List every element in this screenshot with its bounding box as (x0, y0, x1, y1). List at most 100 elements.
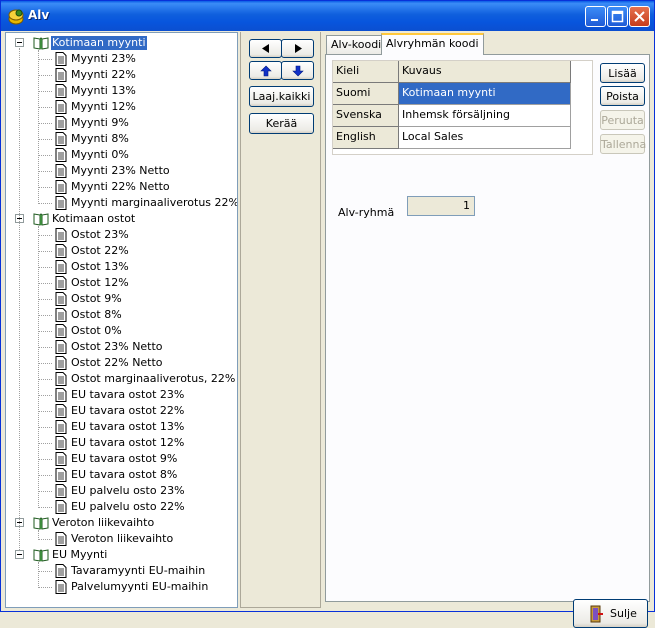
tree-leaf-node[interactable]: Veroton liikevaihto (6, 531, 237, 547)
tree-connector (38, 171, 52, 172)
tree-leaf-node[interactable]: Myynti 12% (6, 99, 237, 115)
tree-node-label: Kotimaan myynti (51, 36, 147, 50)
description-cell[interactable]: Local Sales (399, 127, 571, 149)
tree-node-label: Palvelumyynti EU-maihin (71, 580, 209, 593)
tree-connector (38, 443, 52, 444)
tree-leaf-node[interactable]: Ostot 23% Netto (6, 339, 237, 355)
document-icon (55, 84, 67, 98)
tree-leaf-node[interactable]: EU palvelu osto 22% (6, 499, 237, 515)
tree-leaf-node[interactable]: Myynti 9% (6, 115, 237, 131)
tree-leaf-node[interactable]: Myynti marginaaliverotus 22% (6, 195, 237, 211)
tree-node-label: Ostot marginaaliverotus, 22% (71, 372, 236, 385)
tree-leaf-node[interactable]: Tavaramyynti EU-maihin (6, 563, 237, 579)
tree-node-label: Kotimaan ostot (52, 212, 136, 225)
collapse-toggle[interactable] (15, 550, 24, 559)
tree-connector (38, 315, 52, 316)
tree-leaf-node[interactable]: EU palvelu osto 23% (6, 483, 237, 499)
tree-node-label: EU palvelu osto 22% (71, 500, 185, 513)
minimize-button[interactable] (585, 6, 606, 27)
tree-leaf-node[interactable]: Ostot 22% Netto (6, 355, 237, 371)
move-up-button[interactable] (249, 61, 282, 80)
expand-all-button[interactable]: Laaj.kaikki (249, 86, 314, 107)
tree-node-label: EU tavara ostot 22% (71, 404, 185, 417)
document-icon (55, 308, 67, 322)
tree-connector (38, 562, 39, 588)
row-header-language[interactable]: English (333, 127, 399, 149)
tab-panel-group-code: Kieli Kuvaus Suomi Kotimaan myynti Svenska In… (325, 54, 650, 628)
tab-alv-koodi[interactable]: Alv-koodi (326, 35, 387, 54)
description-cell[interactable]: Inhemsk försäljning (399, 105, 571, 127)
tree-leaf-node[interactable]: Ostot 13% (6, 259, 237, 275)
title-bar[interactable]: Alv (1, 1, 654, 31)
move-left-button[interactable] (249, 39, 282, 58)
close-icon (634, 11, 645, 22)
close-window-button[interactable] (629, 6, 650, 27)
collapse-toggle[interactable] (15, 38, 24, 47)
description-cell[interactable]: Kotimaan myynti (399, 83, 571, 105)
tree-group-node[interactable]: Kotimaan ostot (6, 211, 237, 227)
maximize-icon (611, 10, 624, 23)
tree-group-node[interactable]: Kotimaan myynti (6, 35, 237, 51)
tree-leaf-node[interactable]: Myynti 23% Netto (6, 163, 237, 179)
tree-group-node[interactable]: Veroton liikevaihto (6, 515, 237, 531)
window-title: Alv (28, 8, 50, 22)
tree-leaf-node[interactable]: Ostot 22% (6, 243, 237, 259)
tree-leaf-node[interactable]: Ostot 0% (6, 323, 237, 339)
tree-leaf-node[interactable]: Ostot 8% (6, 307, 237, 323)
cancel-button[interactable]: Peruuta (600, 110, 645, 130)
document-icon (55, 484, 67, 498)
tree-leaf-node[interactable]: EU tavara ostot 23% (6, 387, 237, 403)
tree-connector (38, 411, 52, 412)
group-field-value[interactable]: 1 (407, 196, 475, 216)
translations-grid[interactable]: Kieli Kuvaus Suomi Kotimaan myynti Svenska In… (332, 60, 593, 155)
tree-leaf-node[interactable]: Myynti 13% (6, 83, 237, 99)
column-header-language[interactable]: Kieli (333, 61, 399, 83)
move-down-button[interactable] (281, 61, 314, 80)
tree-leaf-node[interactable]: EU tavara ostot 9% (6, 451, 237, 467)
save-button[interactable]: Tallenna (600, 134, 646, 154)
close-button[interactable]: Sulje (573, 599, 648, 628)
tree-leaf-node[interactable]: EU tavara ostot 8% (6, 467, 237, 483)
tree-leaf-node[interactable]: Myynti 8% (6, 131, 237, 147)
tree-connector (38, 139, 52, 140)
tree-leaf-node[interactable]: Myynti 23% (6, 51, 237, 67)
add-button[interactable]: Lisää (600, 63, 645, 83)
tree-node-label: Myynti 23% (71, 52, 136, 65)
vat-code-tree[interactable]: Kotimaan myynti Myynti 23% Myynti 22% Myynt… (5, 32, 238, 608)
tab-alvryhman-koodi[interactable]: Alvryhmän koodi (381, 33, 484, 55)
row-header-language[interactable]: Suomi (333, 83, 399, 105)
tree-leaf-node[interactable]: Myynti 22% (6, 67, 237, 83)
tree-node-label: EU tavara ostot 8% (71, 468, 178, 481)
document-icon (55, 468, 67, 482)
document-icon (55, 564, 67, 578)
group-field-label: Alv-ryhmä (338, 206, 395, 219)
maximize-button[interactable] (607, 6, 628, 27)
document-icon (55, 132, 67, 146)
alv-window: Alv Kotimaan myynti Myynti 23% Myynti 22% M… (0, 0, 655, 628)
tree-leaf-node[interactable]: EU tavara ostot 12% (6, 435, 237, 451)
collect-button[interactable]: Kerää (249, 113, 314, 134)
tree-leaf-node[interactable]: Myynti 0% (6, 147, 237, 163)
row-header-language[interactable]: Svenska (333, 105, 399, 127)
document-icon (55, 228, 67, 242)
tree-node-label: EU tavara ostot 12% (71, 436, 185, 449)
tree-leaf-node[interactable]: Ostot 9% (6, 291, 237, 307)
tree-leaf-node[interactable]: Ostot 12% (6, 275, 237, 291)
tree-leaf-node[interactable]: EU tavara ostot 13% (6, 419, 237, 435)
document-icon (55, 404, 67, 418)
move-right-button[interactable] (281, 39, 314, 58)
tree-connector (38, 491, 52, 492)
tree-connector (38, 226, 39, 508)
tree-leaf-node[interactable]: EU tavara ostot 22% (6, 403, 237, 419)
document-icon (55, 356, 67, 370)
tree-leaf-node[interactable]: Myynti 22% Netto (6, 179, 237, 195)
tree-group-node[interactable]: EU Myynti (6, 547, 237, 563)
column-header-description[interactable]: Kuvaus (399, 61, 571, 83)
remove-button[interactable]: Poista (600, 86, 645, 106)
tree-node-label: Ostot 23% Netto (71, 340, 163, 353)
document-icon (55, 340, 67, 354)
tree-connector (38, 363, 52, 364)
tree-leaf-node[interactable]: Ostot marginaaliverotus, 22% (6, 371, 237, 387)
tree-leaf-node[interactable]: Ostot 23% (6, 227, 237, 243)
tree-leaf-node[interactable]: Palvelumyynti EU-maihin (6, 579, 237, 595)
